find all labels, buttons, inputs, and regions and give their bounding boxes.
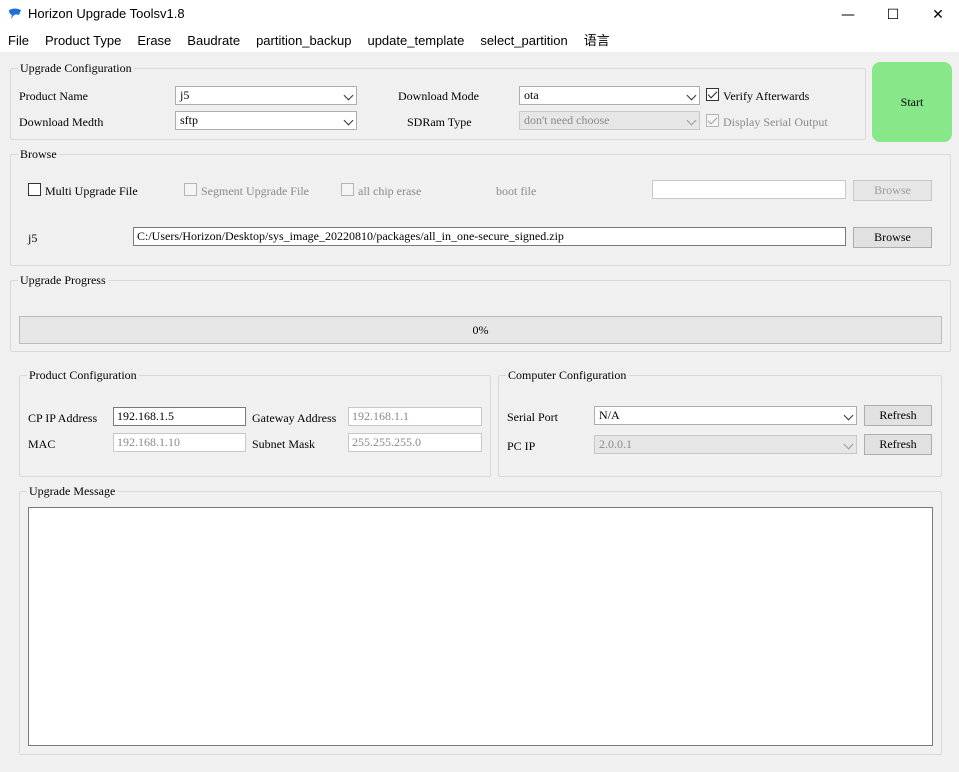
window-title: Horizon Upgrade Toolsv1.8 xyxy=(28,6,185,21)
upgrade-message-title: Upgrade Message xyxy=(27,484,118,499)
upgrade-message-textarea[interactable] xyxy=(28,507,933,746)
download-medth-select[interactable]: sftp xyxy=(175,111,357,130)
subnet-mask-input[interactable]: 255.255.255.0 xyxy=(348,433,482,452)
menu-file[interactable]: File xyxy=(0,30,37,52)
menu-baudrate[interactable]: Baudrate xyxy=(179,30,248,52)
segment-upgrade-label: Segment Upgrade File xyxy=(201,184,309,198)
serial-port-value: N/A xyxy=(599,408,620,422)
subnet-mask-label: Subnet Mask xyxy=(252,437,315,451)
gateway-input[interactable]: 192.168.1.1 xyxy=(348,407,482,426)
checkmark-icon xyxy=(707,114,718,125)
mac-input[interactable]: 192.168.1.10 xyxy=(113,433,246,452)
computer-config-title: Computer Configuration xyxy=(506,368,629,383)
checkmark-icon xyxy=(707,88,718,99)
download-mode-label: Download Mode xyxy=(398,89,479,103)
file-browse-button[interactable]: Browse xyxy=(853,227,932,248)
chevron-down-icon xyxy=(686,90,697,101)
segment-upgrade-checkbox[interactable] xyxy=(184,183,197,196)
boot-file-label: boot file xyxy=(496,184,537,198)
close-button[interactable]: ✕ xyxy=(915,0,959,30)
menu-product-type[interactable]: Product Type xyxy=(37,30,129,52)
product-config-group xyxy=(19,375,491,477)
pc-ip-refresh-button[interactable]: Refresh xyxy=(864,434,932,455)
product-config-title: Product Configuration xyxy=(27,368,139,383)
chevron-down-icon xyxy=(843,410,854,421)
display-serial-output-checkbox[interactable] xyxy=(706,114,719,127)
download-mode-value: ota xyxy=(524,88,539,102)
product-name-value: j5 xyxy=(180,88,190,102)
chevron-down-icon xyxy=(843,439,854,450)
download-medth-value: sftp xyxy=(180,113,198,127)
serial-refresh-button[interactable]: Refresh xyxy=(864,405,932,426)
menu-update-template[interactable]: update_template xyxy=(359,30,472,52)
product-name-label: Product Name xyxy=(19,89,88,103)
chevron-down-icon xyxy=(686,115,697,126)
all-chip-erase-label: all chip erase xyxy=(358,184,422,198)
upgrade-config-title: Upgrade Configuration xyxy=(18,61,134,76)
pc-ip-select[interactable]: 2.0.0.1 xyxy=(594,435,857,454)
menu-erase[interactable]: Erase xyxy=(129,30,179,52)
start-button[interactable]: Start xyxy=(872,62,952,142)
upgrade-progress-title: Upgrade Progress xyxy=(18,273,108,288)
serial-port-label: Serial Port xyxy=(507,410,558,424)
chevron-down-icon xyxy=(343,90,354,101)
pc-ip-label: PC IP xyxy=(507,439,536,453)
file-label: j5 xyxy=(28,231,38,245)
upgrade-progress-bar: 0% xyxy=(19,316,942,344)
gateway-label: Gateway Address xyxy=(252,411,337,425)
download-mode-select[interactable]: ota xyxy=(519,86,700,105)
serial-port-select[interactable]: N/A xyxy=(594,406,857,425)
boot-browse-button[interactable]: Browse xyxy=(853,180,932,201)
maximize-button[interactable]: ☐ xyxy=(870,0,916,30)
menu-partition-backup[interactable]: partition_backup xyxy=(248,30,359,52)
browse-group xyxy=(10,154,951,266)
download-medth-label: Download Medth xyxy=(19,115,104,129)
progress-percent-text: 0% xyxy=(472,322,489,337)
chevron-down-icon xyxy=(343,115,354,126)
pc-ip-value: 2.0.0.1 xyxy=(599,437,632,451)
multi-upgrade-checkbox[interactable] xyxy=(28,183,41,196)
product-name-select[interactable]: j5 xyxy=(175,86,357,105)
menu-bar: File Product Type Erase Baudrate partiti… xyxy=(0,30,959,52)
verify-afterwards-label: Verify Afterwards xyxy=(723,89,810,103)
browse-title: Browse xyxy=(18,147,59,162)
cp-ip-label: CP IP Address xyxy=(28,411,98,425)
display-serial-output-label: Display Serial Output xyxy=(723,115,828,129)
sdram-type-value: don't need choose xyxy=(524,113,610,127)
boot-file-input[interactable] xyxy=(652,180,846,199)
menu-language[interactable]: 语言 xyxy=(576,30,618,52)
sdram-type-select[interactable]: don't need choose xyxy=(519,111,700,130)
cp-ip-input[interactable]: 192.168.1.5 xyxy=(113,407,246,426)
menu-select-partition[interactable]: select_partition xyxy=(472,30,575,52)
mac-label: MAC xyxy=(28,437,56,451)
multi-upgrade-label: Multi Upgrade File xyxy=(45,184,138,198)
app-logo-icon xyxy=(9,8,21,19)
verify-afterwards-checkbox[interactable] xyxy=(706,88,719,101)
file-path-input[interactable]: C:/Users/Horizon/Desktop/sys_image_20220… xyxy=(133,227,846,246)
computer-config-group xyxy=(498,375,942,477)
minimize-button[interactable]: — xyxy=(825,0,871,30)
sdram-type-label: SDRam Type xyxy=(407,115,472,129)
all-chip-erase-checkbox[interactable] xyxy=(341,183,354,196)
